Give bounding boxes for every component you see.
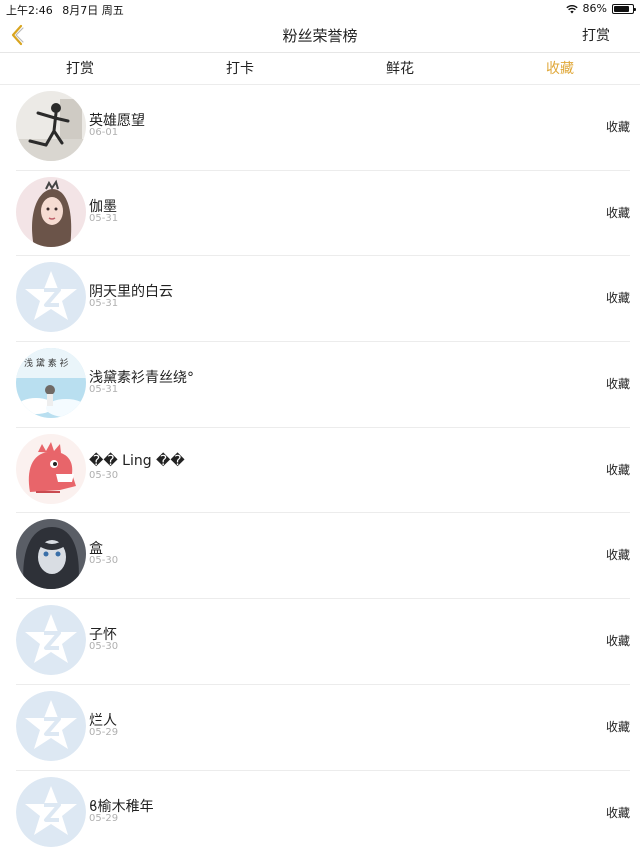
avatar[interactable] xyxy=(16,176,86,247)
svg-text:浅 黛 素 衫: 浅 黛 素 衫 xyxy=(24,357,69,369)
list-item[interactable]: �� Ling �� 05-30 收藏 xyxy=(16,428,630,514)
photo-dancer-avatar-image xyxy=(16,91,86,161)
avatar[interactable]: 浅 黛 素 衫 xyxy=(16,348,86,419)
battery-icon xyxy=(612,3,636,14)
action-label: 收藏 xyxy=(605,291,630,306)
list-item[interactable]: 盒 05-30 收藏 xyxy=(16,513,630,600)
illustration-girl-avatar-image xyxy=(16,176,86,247)
status-time: 上午2:46 xyxy=(6,4,53,17)
tab-bar: 打赏 打卡 鲜花 收藏 xyxy=(0,54,640,85)
action-label: 收藏 xyxy=(605,634,630,649)
action-label: 收藏 xyxy=(605,377,630,392)
tab-flowers[interactable]: 鲜花 xyxy=(320,54,480,84)
fan-date: 05-29 xyxy=(89,726,119,738)
battery-percent: 86% xyxy=(582,2,607,15)
illustration-dark-avatar-image xyxy=(16,519,86,590)
action-label: 收藏 xyxy=(605,120,630,134)
fan-list: 英雄愿望 06-01 收藏 伽墨 05-31 收藏 阴天里的白云 05-31 收… xyxy=(0,85,640,853)
list-item[interactable]: 烂人 05-29 收藏 xyxy=(16,685,630,771)
fan-date: 05-31 xyxy=(89,298,119,310)
fan-date: 05-30 xyxy=(89,641,119,653)
list-item[interactable]: 浅 黛 素 衫 浅黛素衫青丝绕° 05-31 收藏 xyxy=(16,342,630,428)
status-bar: 上午2:46 8月7日 周五 86% xyxy=(0,0,640,17)
list-item[interactable]: 英雄愿望 06-01 收藏 xyxy=(16,85,630,171)
photo-sky-avatar-image: 浅 黛 素 衫 xyxy=(16,348,86,419)
action-label: 收藏 xyxy=(605,805,630,820)
wifi-icon xyxy=(565,4,578,13)
cartoon-dinosaur-avatar-image xyxy=(16,433,86,504)
tab-favorites[interactable]: 收藏 xyxy=(480,54,640,84)
list-item[interactable]: 子怀 05-30 收藏 xyxy=(16,599,630,685)
default-qq-icon-avatar-image xyxy=(16,605,86,676)
tab-checkin[interactable]: 打卡 xyxy=(160,54,320,84)
fan-date: 05-30 xyxy=(89,469,119,481)
default-qq-icon-avatar-image xyxy=(16,262,86,333)
list-item[interactable]: ϐ榆木稚年 05-29 收藏 xyxy=(16,771,630,853)
fan-date: 05-31 xyxy=(89,212,119,224)
fan-date: 05-31 xyxy=(89,384,119,396)
tab-reward[interactable]: 打赏 xyxy=(0,54,160,84)
page-title: 粉丝荣誉榜 xyxy=(282,27,358,45)
list-item[interactable]: 伽墨 05-31 收藏 xyxy=(16,171,630,257)
avatar[interactable] xyxy=(16,776,86,847)
avatar[interactable] xyxy=(16,91,86,161)
avatar[interactable] xyxy=(16,690,86,761)
navigation-bar: 粉丝荣誉榜 打赏 xyxy=(0,17,640,53)
avatar[interactable] xyxy=(16,605,86,676)
default-qq-icon-avatar-image xyxy=(16,776,86,847)
action-label: 收藏 xyxy=(605,205,630,220)
avatar[interactable] xyxy=(16,519,86,590)
avatar[interactable] xyxy=(16,262,86,333)
default-qq-icon-avatar-image xyxy=(16,690,86,761)
action-label: 收藏 xyxy=(605,719,630,734)
fan-date: 05-29 xyxy=(89,812,119,824)
action-label: 收藏 xyxy=(605,548,630,563)
fan-date: 06-01 xyxy=(89,127,119,138)
avatar[interactable] xyxy=(16,433,86,504)
fan-date: 05-30 xyxy=(89,555,119,567)
reward-button[interactable]: 打赏 xyxy=(582,25,610,45)
fan-name: �� Ling �� xyxy=(89,452,185,469)
action-label: 收藏 xyxy=(605,462,630,477)
list-item[interactable]: 阴天里的白云 05-31 收藏 xyxy=(16,256,630,343)
status-date: 8月7日 周五 xyxy=(62,4,124,17)
